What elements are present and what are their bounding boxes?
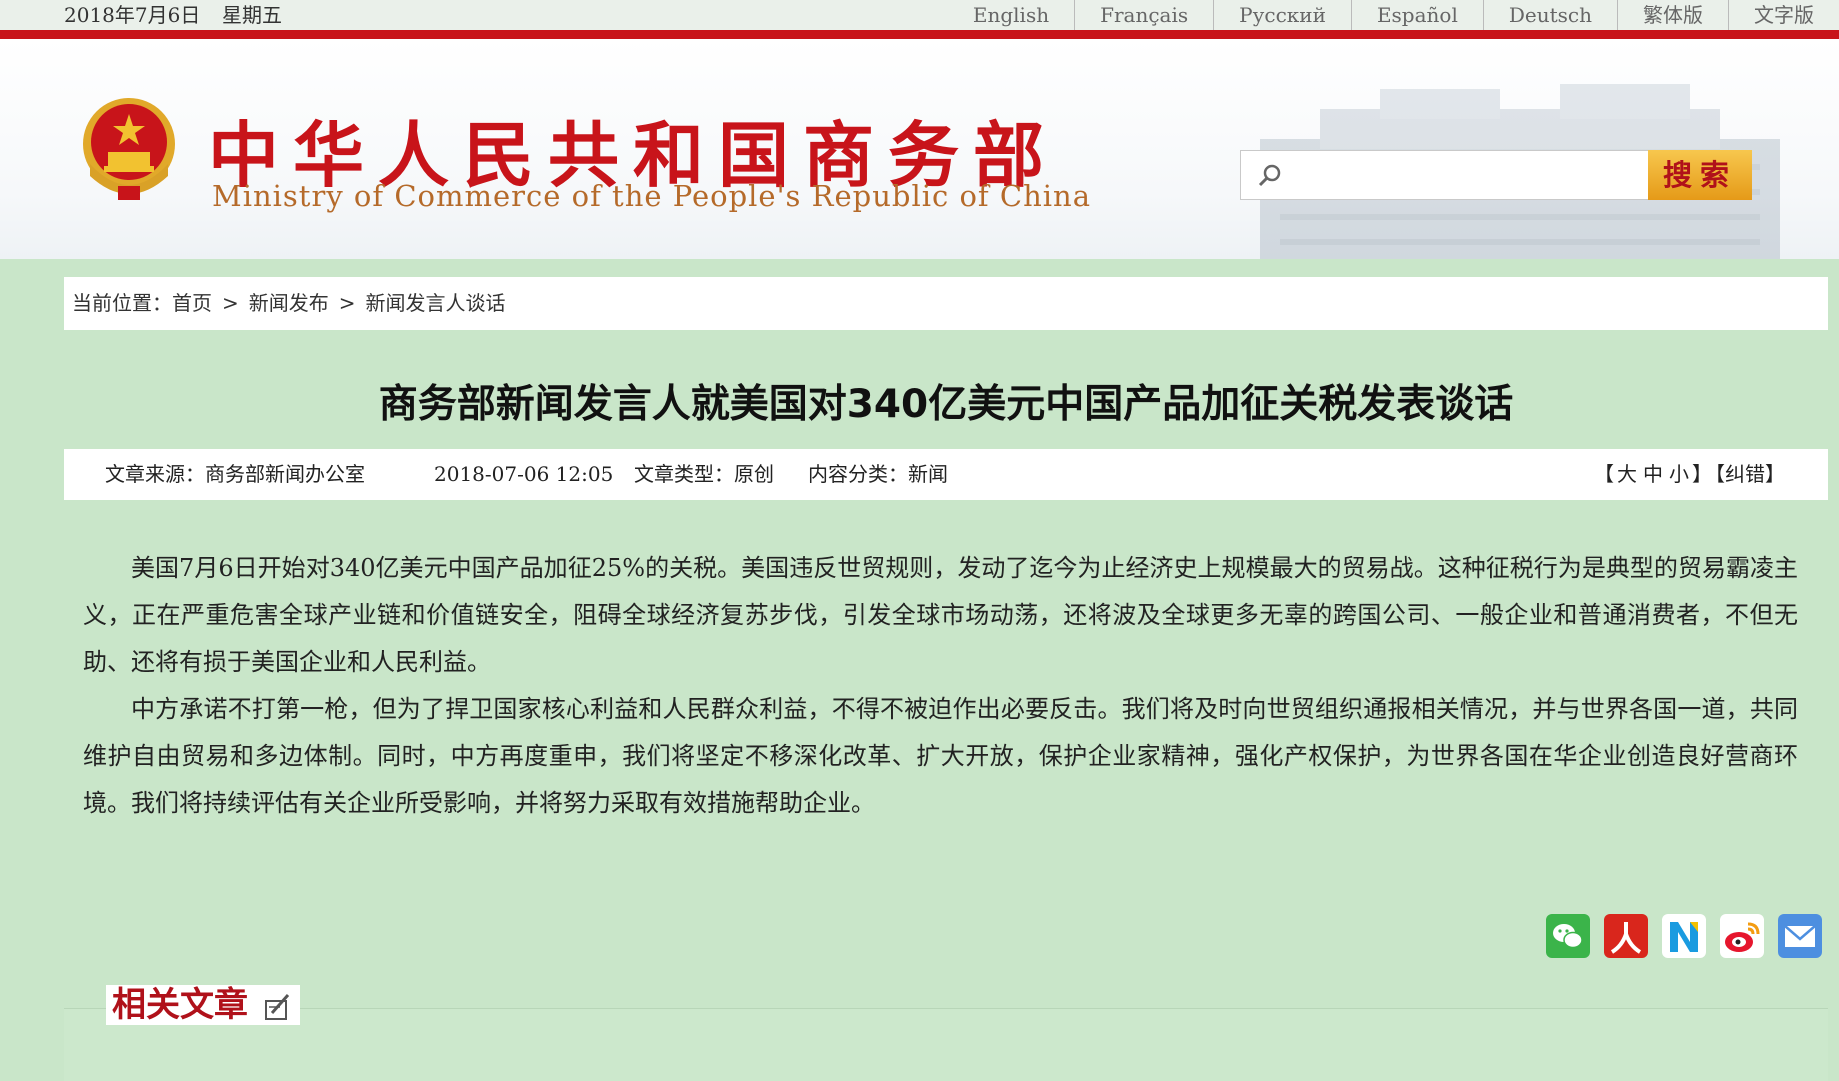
related-articles-header: 相关文章 (106, 985, 300, 1025)
lang-english[interactable]: English (948, 0, 1074, 30)
font-size-small[interactable]: 小 (1669, 462, 1689, 486)
wechat-icon[interactable] (1546, 914, 1590, 958)
article-time: 2018-07-06 12:05 (434, 462, 614, 486)
renren-icon[interactable] (1604, 914, 1648, 958)
lang-french[interactable]: Français (1074, 0, 1213, 30)
related-articles-panel (64, 1008, 1828, 1081)
site-header: 中华人民共和国商务部 Ministry of Commerce of the P… (0, 39, 1839, 259)
top-bar: 2018年7月6日 星期五 English Français Русский E… (0, 0, 1839, 39)
bracket-close: 】 (1692, 462, 1712, 486)
article-type: 文章类型：原创 (634, 462, 774, 486)
lang-text-version[interactable]: 文字版 (1728, 0, 1839, 30)
correction-link[interactable]: 【纠错】 (1715, 462, 1785, 486)
breadcrumb-news-release[interactable]: 新闻发布 (249, 291, 329, 315)
weibo-icon[interactable] (1720, 914, 1764, 958)
ministry-title-en: Ministry of Commerce of the People's Rep… (212, 179, 1091, 213)
article-title: 商务部新闻发言人就美国对340亿美元中国产品加征关税发表谈话 (378, 382, 1514, 427)
breadcrumb-separator: > (338, 291, 356, 315)
bracket-open: 【 (1594, 462, 1614, 486)
article-category: 内容分类：新闻 (808, 462, 948, 486)
font-size-tools: 【大中小】【纠错】 (1594, 449, 1788, 500)
font-size-large[interactable]: 大 (1617, 462, 1637, 486)
breadcrumb-prefix: 当前位置： (72, 291, 172, 315)
breadcrumb: 当前位置：首页 > 新闻发布 > 新闻发言人谈话 (64, 277, 1828, 330)
article-source: 文章来源：商务部新闻办公室 (105, 462, 365, 486)
article-paragraph: 美国7月6日开始对340亿美元中国产品加征25%的关税。美国违反世贸规则，发动了… (83, 554, 1798, 676)
pen-icon (264, 993, 289, 1020)
email-icon[interactable] (1778, 914, 1822, 958)
current-weekday: 星期五 (222, 3, 282, 27)
article-body: 美国7月6日开始对340亿美元中国产品加征25%的关税。美国违反世贸规则，发动了… (83, 545, 1798, 827)
article-meta-bar: 文章来源：商务部新闻办公室 2018-07-06 12:05 文章类型：原创 内… (64, 449, 1828, 500)
search-input[interactable] (1293, 159, 1637, 193)
n-share-icon[interactable] (1662, 914, 1706, 958)
breadcrumb-spokesman-remarks[interactable]: 新闻发言人谈话 (366, 291, 506, 315)
search-box (1240, 150, 1650, 200)
national-emblem-icon (83, 98, 175, 200)
font-size-medium[interactable]: 中 (1643, 462, 1663, 486)
language-links: English Français Русский Español Deutsch… (948, 0, 1839, 30)
lang-spanish[interactable]: Español (1350, 0, 1483, 30)
search-button[interactable]: 搜索 (1648, 150, 1752, 200)
lang-german[interactable]: Deutsch (1482, 0, 1617, 30)
current-date: 2018年7月6日 (64, 3, 201, 27)
lang-russian[interactable]: Русский (1213, 0, 1351, 30)
search-icon (1258, 164, 1281, 187)
article-paragraph: 中方承诺不打第一枪，但为了捍卫国家核心利益和人民群众利益，不得不被迫作出必要反击… (83, 695, 1798, 817)
related-articles-title: 相关文章 (112, 985, 248, 1025)
lang-traditional-chinese[interactable]: 繁体版 (1617, 0, 1728, 30)
share-bar (1546, 914, 1822, 958)
breadcrumb-home[interactable]: 首页 (172, 291, 212, 315)
breadcrumb-separator: > (222, 291, 239, 315)
